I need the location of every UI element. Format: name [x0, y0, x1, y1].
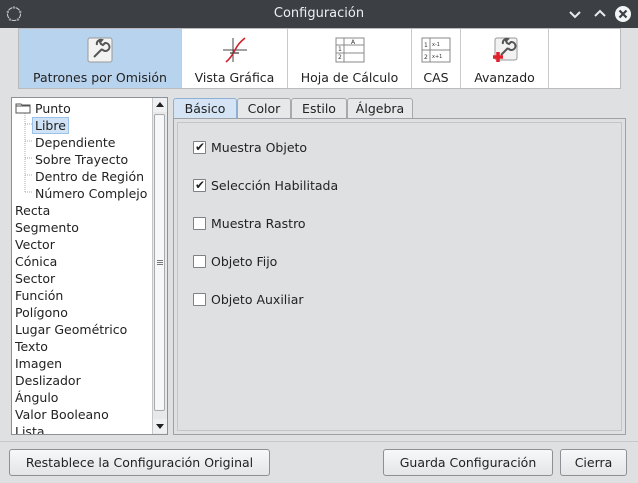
wrench-icon [87, 37, 113, 63]
checkbox-objeto-fijo[interactable] [193, 255, 206, 268]
tree-item-imagen[interactable]: Imagen [15, 355, 62, 372]
tool-defaults[interactable]: Patrones por Omisión [19, 29, 182, 88]
tab-basico[interactable]: Básico [173, 98, 237, 119]
tree-item-libre[interactable]: Libre [32, 117, 69, 134]
title-bar: Configuración [0, 0, 638, 28]
save-settings-button[interactable]: Guarda Configuración [383, 449, 553, 476]
tool-graphics-view-label: Vista Gráfica [194, 70, 275, 85]
tree-item-dentro-de-region[interactable]: Dentro de Región [35, 168, 144, 185]
tool-advanced[interactable]: Avanzado [461, 29, 549, 88]
checkbox-seleccion-habilitada[interactable]: ✔ [193, 178, 206, 192]
tree-item-vector[interactable]: Vector [15, 236, 55, 253]
tool-spreadsheet[interactable]: A 1 2 Hoja de Cálculo [288, 29, 412, 88]
footer-divider [0, 441, 638, 442]
close-window-icon[interactable] [614, 5, 632, 23]
cas-icon: 1 x-1 2 x+1 [421, 37, 451, 63]
spreadsheet-icon: A 1 2 [335, 37, 364, 63]
tree-item-sobre-trayecto[interactable]: Sobre Trayecto [35, 151, 128, 168]
checkbox-objeto-auxiliar[interactable] [193, 293, 206, 306]
tool-advanced-label: Avanzado [474, 70, 535, 85]
object-type-tree[interactable]: Punto Libre Dependiente Sobre Trayecto D… [11, 97, 168, 435]
maximize-icon[interactable] [591, 5, 609, 23]
tree-item-valor-booleano[interactable]: Valor Booleano [15, 406, 109, 423]
tab-color[interactable]: Color [237, 98, 291, 119]
tool-cas-label: CAS [423, 70, 449, 85]
svg-text:2: 2 [424, 54, 428, 61]
checkmark-icon: ✔ [195, 140, 206, 154]
reset-settings-button[interactable]: Restablece la Configuración Original [9, 449, 270, 476]
tab-estilo[interactable]: Estilo [291, 98, 347, 119]
tool-cas[interactable]: 1 x-1 2 x+1 CAS [412, 29, 461, 88]
checkmark-icon: ✔ [195, 178, 206, 192]
checkbox-muestra-objeto[interactable]: ✔ [193, 140, 206, 154]
scroll-down-icon[interactable] [153, 419, 167, 433]
tree-item-angulo[interactable]: Ángulo [15, 389, 58, 406]
tree-item-dependiente[interactable]: Dependiente [35, 134, 115, 151]
close-button[interactable]: Cierra [560, 449, 627, 476]
window-title: Configuración [273, 6, 365, 21]
tree-item-recta[interactable]: Recta [15, 202, 50, 219]
tree-item-lugar-geometrico[interactable]: Lugar Geométrico [15, 321, 127, 338]
scroll-thumb[interactable] [154, 114, 165, 411]
scroll-up-icon[interactable] [153, 98, 167, 112]
tool-spreadsheet-label: Hoja de Cálculo [300, 70, 399, 85]
tree-item-deslizador[interactable]: Deslizador [15, 372, 81, 389]
tree-item-funcion[interactable]: Función [15, 287, 63, 304]
tool-defaults-label: Patrones por Omisión [33, 70, 167, 85]
svg-text:x+1: x+1 [432, 54, 442, 60]
tree-item-punto[interactable]: Punto [35, 100, 71, 117]
graph-icon [222, 37, 247, 63]
settings-category-toolbar: Patrones por Omisión Vista Gráfica A 1 2… [18, 28, 621, 89]
tool-graphics-view[interactable]: Vista Gráfica [182, 29, 288, 88]
basic-tab-panel: ✔ Muestra Objeto ✔ Selección Habilitada … [173, 118, 626, 435]
tree-item-texto[interactable]: Texto [15, 338, 48, 355]
tree-item-poligono[interactable]: Polígono [15, 304, 68, 321]
tab-algebra[interactable]: Álgebra [347, 98, 413, 119]
svg-text:1: 1 [338, 46, 342, 53]
svg-text:1: 1 [424, 42, 428, 49]
tree-item-segmento[interactable]: Segmento [15, 219, 79, 236]
tree-item-conica[interactable]: Cónica [15, 253, 57, 270]
tree-scrollbar[interactable] [152, 98, 167, 434]
svg-text:x-1: x-1 [432, 42, 440, 48]
folder-icon [15, 103, 31, 114]
svg-text:2: 2 [338, 54, 342, 61]
tree-item-numero-complejo[interactable]: Número Complejo [35, 185, 147, 202]
tree-item-sector[interactable]: Sector [15, 270, 55, 287]
minimize-icon[interactable] [566, 5, 584, 23]
advanced-wrench-icon [492, 37, 517, 62]
tree-item-lista[interactable]: Lista [15, 423, 45, 434]
checkbox-muestra-rastro[interactable] [193, 217, 206, 230]
